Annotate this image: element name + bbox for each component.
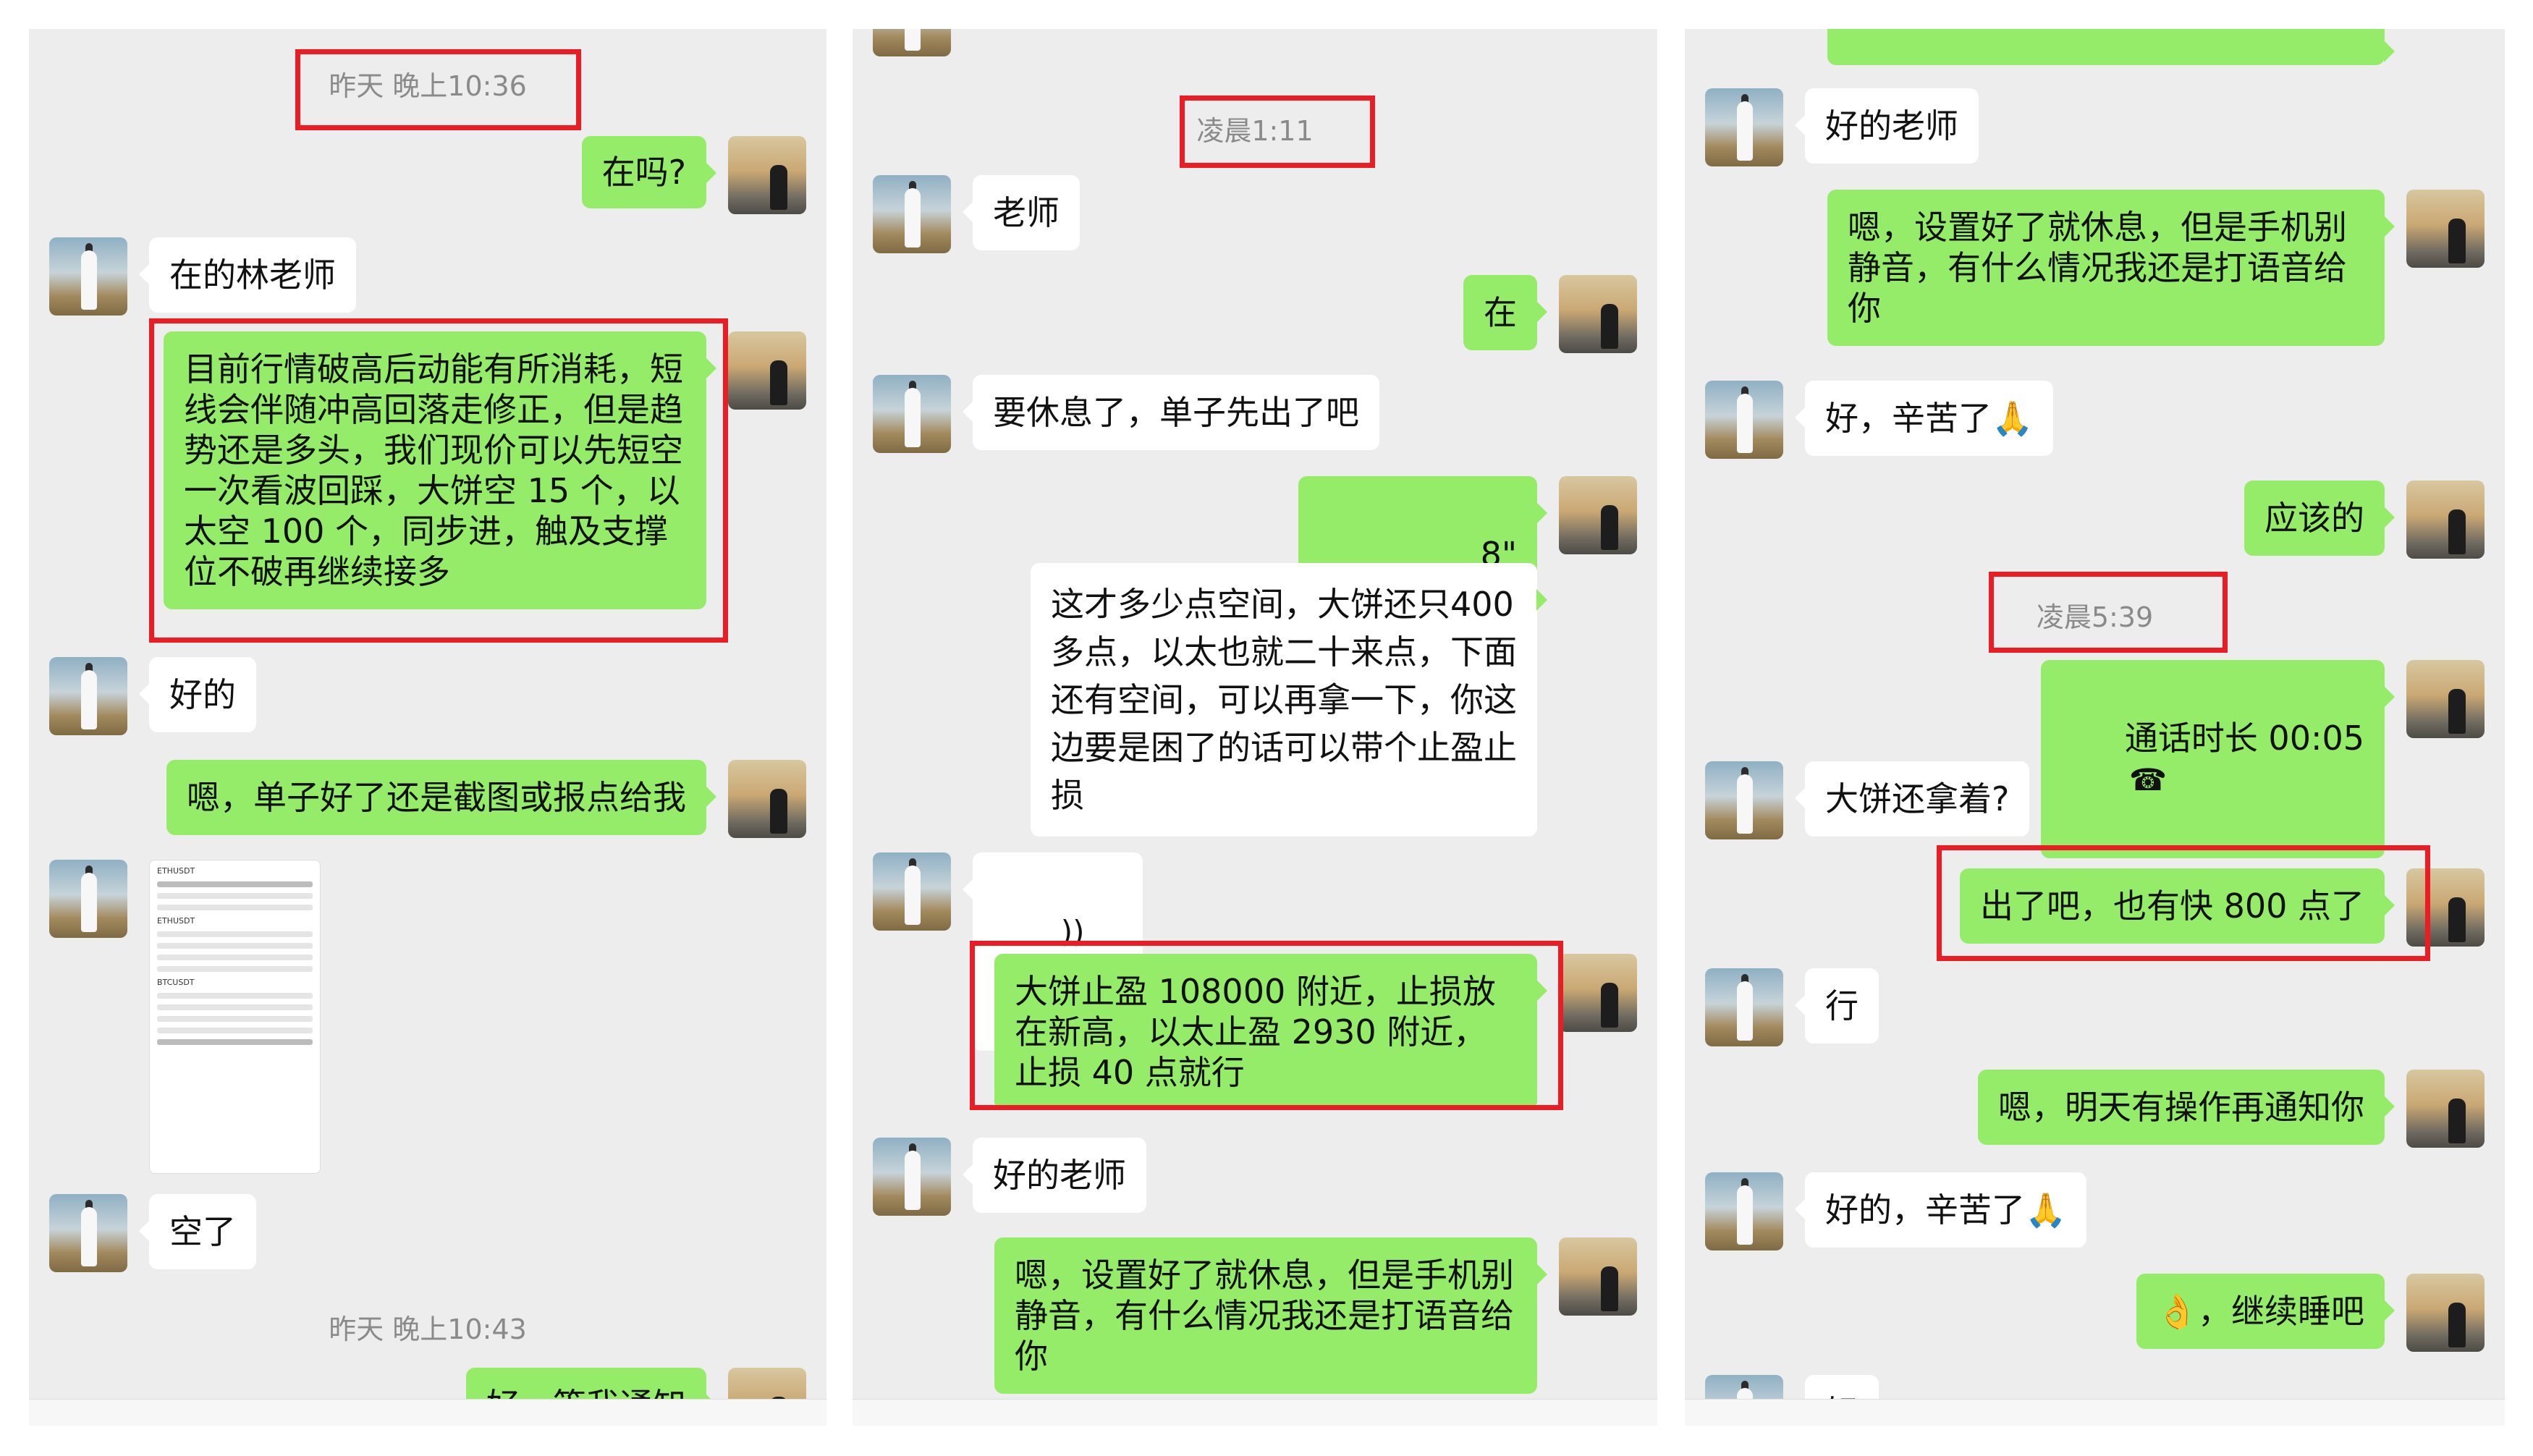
user-avatar[interactable]	[1705, 88, 1783, 166]
call-duration-message[interactable]: 通话时长 00:05 ☎	[2041, 660, 2395, 858]
message-bubble[interactable]: 应该的	[2244, 481, 2395, 556]
highlight-box	[1989, 572, 2228, 653]
user-avatar[interactable]	[873, 175, 951, 253]
highlight-box	[295, 49, 581, 130]
user-avatar[interactable]	[873, 375, 951, 453]
message-bubble[interactable]: 好，辛苦了🙏	[1794, 381, 2054, 456]
teacher-avatar[interactable]	[2406, 1070, 2485, 1148]
teacher-avatar[interactable]	[1559, 954, 1637, 1032]
highlight-box	[149, 318, 728, 643]
teacher-avatar[interactable]	[2406, 481, 2485, 559]
highlight-box	[970, 941, 1563, 1110]
message-bubble[interactable]: 在	[1463, 275, 1547, 350]
user-avatar[interactable]	[49, 860, 127, 938]
teacher-avatar[interactable]	[2406, 1274, 2485, 1352]
message-bubble[interactable]: 在的林老师	[139, 237, 356, 313]
teacher-avatar[interactable]	[2406, 190, 2485, 268]
teacher-avatar[interactable]	[1559, 1237, 1637, 1316]
message-bubble[interactable]: 在吗?	[581, 136, 717, 208]
message-bubble[interactable]	[1827, 29, 2395, 65]
input-bar[interactable]	[1685, 1399, 2505, 1426]
teacher-avatar[interactable]	[1559, 476, 1637, 554]
teacher-avatar[interactable]	[728, 760, 806, 838]
call-duration-text: 通话时长 00:05	[2124, 719, 2364, 758]
message-bubble[interactable]: 空了	[139, 1194, 256, 1269]
message-bubble[interactable]: 这才多少点空间，大饼还只400多点，以太也就二十来点，下面还有空间，可以再拿一下…	[1031, 563, 1547, 837]
chat-panel-1: 昨天 晚上10:36 在吗? 在的林老师 目前行情破高后动能有所消耗，短线会伴随…	[29, 29, 826, 1426]
screenshot-symbol: BTCUSDT	[157, 978, 195, 987]
highlight-box	[1180, 96, 1375, 168]
user-avatar[interactable]	[1705, 1172, 1783, 1250]
user-avatar[interactable]	[873, 852, 951, 931]
user-avatar[interactable]	[49, 657, 127, 735]
user-avatar[interactable]	[1705, 968, 1783, 1046]
teacher-avatar[interactable]	[2406, 660, 2485, 738]
phone-icon: ☎	[2128, 762, 2168, 797]
screenshot-image[interactable]: ETHUSDT ETHUSDT BTCUSDT	[149, 860, 321, 1174]
user-avatar[interactable]	[49, 237, 127, 316]
user-avatar[interactable]	[1705, 761, 1783, 839]
input-bar[interactable]	[853, 1399, 1657, 1426]
message-bubble[interactable]: 嗯，明天有操作再通知你	[1978, 1070, 2395, 1145]
message-bubble[interactable]: 要休息了，单子先出了吧	[963, 375, 1379, 450]
teacher-avatar[interactable]	[728, 331, 806, 410]
message-bubble[interactable]: 嗯，设置好了就休息，但是手机别静音，有什么情况我还是打语音给你	[994, 1237, 1547, 1394]
highlight-box	[1937, 845, 2430, 961]
screenshot-title: ETHUSDT	[157, 866, 195, 876]
user-avatar[interactable]	[873, 1138, 951, 1216]
teacher-avatar[interactable]	[1559, 275, 1637, 353]
message-bubble[interactable]: 👌，继续睡吧	[2136, 1274, 2395, 1349]
teacher-avatar[interactable]	[728, 136, 806, 214]
input-bar[interactable]	[29, 1399, 826, 1426]
message-bubble[interactable]: 好的老师	[963, 1138, 1146, 1213]
user-avatar[interactable]	[1705, 381, 1783, 459]
user-avatar[interactable]	[49, 1194, 127, 1272]
message-bubble[interactable]: 好的老师	[1795, 88, 1979, 164]
message-bubble[interactable]: 嗯，单子好了还是截图或报点给我	[166, 760, 716, 835]
chat-panel-2: 凌晨1:11 老师 在 要休息了，单子先出了吧 8" (( 这才多少点空间，大饼…	[853, 29, 1657, 1426]
message-bubble[interactable]: 好的，辛苦了🙏	[1794, 1172, 2087, 1248]
message-bubble[interactable]: 行	[1795, 968, 1879, 1044]
message-bubble[interactable]: 嗯，设置好了就休息，但是手机别静音，有什么情况我还是打语音给你	[1827, 190, 2395, 346]
chat-panel-3: 好的老师 嗯，设置好了就休息，但是手机别静音，有什么情况我还是打语音给你 好，辛…	[1685, 29, 2505, 1426]
message-bubble[interactable]: 好的	[139, 657, 256, 732]
screenshot-symbol: ETHUSDT	[157, 916, 195, 926]
timestamp: 昨天 晚上10:43	[329, 1313, 527, 1345]
message-bubble[interactable]: 老师	[963, 175, 1080, 250]
message-bubble[interactable]: 大饼还拿着?	[1794, 761, 2030, 837]
user-avatar[interactable]	[873, 29, 951, 56]
